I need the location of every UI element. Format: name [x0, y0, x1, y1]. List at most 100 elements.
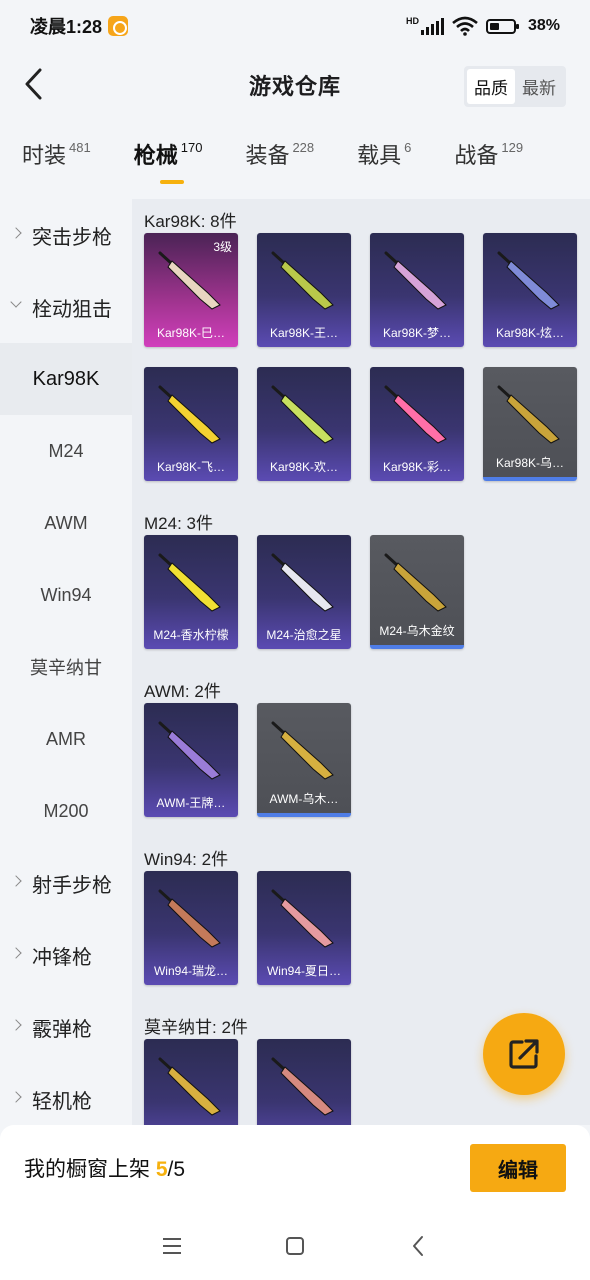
active-tab-indicator — [159, 180, 184, 184]
sidebar-item-lmg[interactable]: 轻机枪 — [0, 1063, 132, 1125]
rifle-icon — [158, 553, 221, 612]
tab-count: 481 — [69, 140, 91, 155]
weapon-card[interactable]: M24-香水柠檬 — [144, 535, 238, 649]
header: 游戏仓库 品质 最新 — [0, 52, 590, 118]
tab-count: 170 — [180, 140, 203, 155]
hd-label: HD — [405, 16, 419, 26]
weapon-card[interactable]: 莫辛纳甘-乌… — [144, 1039, 238, 1125]
sidebar-item-mosin[interactable]: 莫辛纳甘 — [0, 631, 132, 703]
rifle-icon — [384, 251, 447, 310]
weapon-name: Kar98K-乌… — [495, 456, 565, 470]
weapon-card[interactable]: Kar98K-飞… — [144, 367, 238, 481]
weapon-card[interactable]: Kar98K-彩… — [370, 367, 464, 481]
tab-guns[interactable]: 枪械 170 — [134, 138, 203, 196]
showcase-label: 我的橱窗上架 — [24, 1158, 156, 1181]
wifi-icon — [452, 16, 478, 36]
sidebar-item-bolt-sniper[interactable]: 栓动狙击 — [0, 271, 132, 343]
weapon-name: Win94-瑞龙… — [153, 964, 228, 978]
sidebar-item-awm[interactable]: AWM — [0, 487, 132, 559]
tab-count: 6 — [404, 140, 412, 155]
rifle-icon — [497, 385, 560, 444]
nav-menu-button[interactable] — [152, 1226, 192, 1266]
showcase-status: 我的橱窗上架 5/5 — [24, 1153, 185, 1183]
sidebar-item-label: Kar98K — [32, 367, 100, 390]
section-title: AWM: 2件 — [144, 682, 221, 701]
sort-newest-button[interactable]: 最新 — [515, 69, 563, 104]
weapon-card[interactable]: Kar98K-梦… — [370, 233, 464, 347]
weapon-card[interactable]: Kar98K-炫… — [483, 233, 577, 347]
tab-label: 载具 — [357, 143, 402, 168]
weapon-card[interactable]: 莫辛纳甘-冬… — [257, 1039, 351, 1125]
sidebar: 突击步枪 栓动狙击 Kar98K M24 AWM Win94 莫辛纳甘 AMR … — [0, 199, 132, 1125]
sidebar-item-assault-rifle[interactable]: 突击步枪 — [0, 199, 132, 271]
back-icon — [413, 1235, 424, 1256]
tab-supplies[interactable]: 战备 129 — [454, 138, 523, 196]
tab-label: 战备 — [454, 143, 499, 168]
weapon-card[interactable]: Kar98K-乌… — [483, 367, 577, 481]
weapon-grid: M24-香水柠檬 M24-治愈之星 M24-乌木金纹 — [144, 535, 590, 669]
level-badge: 3级 — [213, 240, 232, 254]
rifle-icon — [497, 251, 560, 310]
weapon-card[interactable]: AWM-王牌… — [144, 703, 238, 817]
edit-button[interactable]: 编辑 — [470, 1144, 566, 1192]
share-icon — [509, 1039, 539, 1069]
weapon-card[interactable]: AWM-乌木… — [257, 703, 351, 817]
weapon-card[interactable]: Win94-夏日… — [257, 871, 351, 985]
weapon-name: Kar98K-飞… — [156, 460, 226, 474]
sort-toggle: 品质 最新 — [464, 66, 566, 107]
weapon-card[interactable]: Win94-瑞龙… — [144, 871, 238, 985]
section-title: Win94: 2件 — [144, 850, 229, 869]
weapon-name: AWM-王牌… — [156, 796, 226, 810]
sidebar-item-label: 冲锋枪 — [32, 946, 92, 969]
sidebar-item-kar98k[interactable]: Kar98K — [0, 343, 132, 415]
rifle-icon — [271, 1057, 334, 1116]
sidebar-item-amr[interactable]: AMR — [0, 703, 132, 775]
chevron-right-icon — [12, 946, 28, 964]
share-button[interactable] — [483, 1013, 565, 1095]
sidebar-item-label: 栓动狙击 — [32, 298, 112, 321]
rifle-icon — [271, 385, 334, 444]
tab-vehicles[interactable]: 载具 6 — [357, 138, 411, 196]
chevron-down-icon — [12, 298, 28, 316]
tab-equipment[interactable]: 装备 228 — [245, 138, 314, 196]
rifle-icon — [271, 553, 334, 612]
sidebar-item-marksman-rifle[interactable]: 射手步枪 — [0, 847, 132, 919]
weapon-grid: Win94-瑞龙… Win94-夏日… — [144, 871, 590, 1005]
sidebar-item-m200[interactable]: M200 — [0, 775, 132, 847]
sidebar-item-label: AMR — [46, 728, 86, 749]
weapon-card[interactable]: 3级 Kar98K-巳… — [144, 233, 238, 347]
nav-home-button[interactable] — [275, 1226, 315, 1266]
weapon-card[interactable]: M24-乌木金纹 — [370, 535, 464, 649]
section-title: M24: 3件 — [144, 514, 213, 533]
sidebar-item-shotgun[interactable]: 霰弹枪 — [0, 991, 132, 1063]
app-notification-icon — [108, 16, 129, 36]
weapon-name: Kar98K-彩… — [382, 460, 452, 474]
back-arrow-icon — [25, 68, 42, 100]
tab-count: 129 — [501, 140, 524, 155]
weapon-card[interactable]: Kar98K-王… — [257, 233, 351, 347]
chevron-right-icon — [12, 226, 28, 244]
showcase-current: 5 — [155, 1158, 168, 1181]
page-title: 游戏仓库 — [248, 74, 341, 99]
weapon-name: Kar98K-梦… — [382, 326, 452, 340]
weapon-name: M24-治愈之星 — [266, 628, 342, 642]
rifle-icon — [271, 721, 334, 780]
signal-icon — [420, 17, 444, 35]
back-button[interactable] — [14, 64, 54, 104]
tab-fashion[interactable]: 时装 481 — [22, 138, 91, 196]
sidebar-item-label: M24 — [48, 440, 84, 461]
chevron-right-icon — [12, 1090, 28, 1108]
weapon-name: Kar98K-王… — [269, 326, 339, 340]
sidebar-item-smg[interactable]: 冲锋枪 — [0, 919, 132, 991]
weapon-card[interactable]: Kar98K-欢… — [257, 367, 351, 481]
weapon-card[interactable]: M24-治愈之星 — [257, 535, 351, 649]
home-icon — [285, 1236, 304, 1255]
weapon-name: Win94-夏日… — [266, 964, 341, 978]
sidebar-item-m24[interactable]: M24 — [0, 415, 132, 487]
sidebar-item-label: Win94 — [40, 584, 92, 605]
sort-quality-button[interactable]: 品质 — [467, 69, 515, 104]
weapon-name: Kar98K-炫… — [495, 326, 565, 340]
sidebar-item-win94[interactable]: Win94 — [0, 559, 132, 631]
nav-back-button[interactable] — [398, 1226, 438, 1266]
status-bar: 凌晨1:28 HD 38% — [0, 0, 590, 52]
